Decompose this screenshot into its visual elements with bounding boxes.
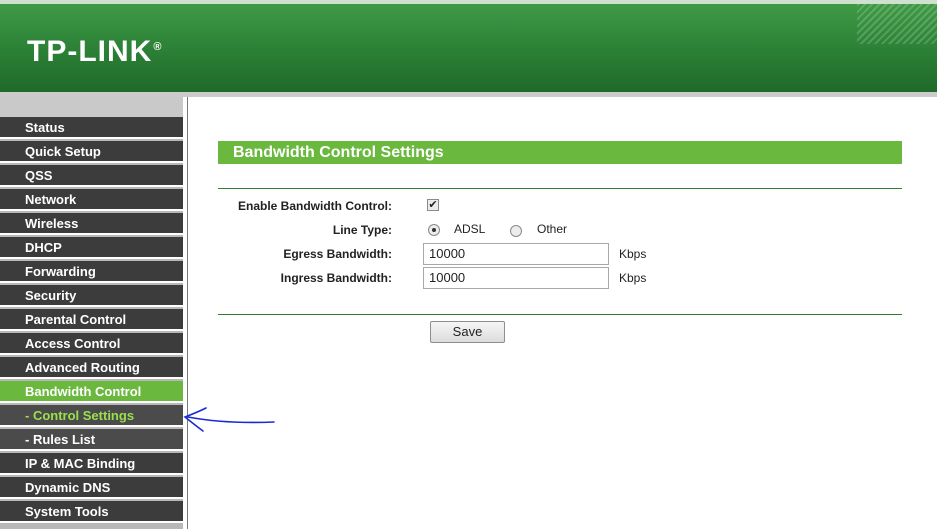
ingress-bandwidth-input[interactable]: 10000	[423, 267, 609, 289]
sidebar-item-advanced-routing[interactable]: Advanced Routing	[0, 357, 183, 379]
line-type-label: Line Type:	[332, 223, 392, 237]
egress-unit: Kbps	[619, 247, 647, 261]
radio-other-label: Other	[537, 222, 568, 236]
sidebar-item-network[interactable]: Network	[0, 189, 183, 211]
sidebar-item-qss[interactable]: QSS	[0, 165, 183, 187]
radio-adsl[interactable]	[428, 224, 440, 236]
sidebar-item-dynamic-dns[interactable]: Dynamic DNS	[0, 477, 183, 499]
sidebar-item-control-settings[interactable]: - Control Settings	[0, 405, 183, 427]
page-title: Bandwidth Control Settings	[218, 141, 902, 164]
sidebar-item-bandwidth-control[interactable]: Bandwidth Control	[0, 381, 183, 403]
save-button[interactable]: Save	[430, 321, 505, 343]
registered-mark: ®	[153, 41, 163, 53]
logo-text: TP-LINK	[27, 35, 153, 68]
bottom-divider	[218, 314, 902, 315]
sidebar-item-forwarding[interactable]: Forwarding	[0, 261, 183, 283]
sidebar-item-access-control[interactable]: Access Control	[0, 333, 183, 355]
radio-other[interactable]	[510, 225, 522, 237]
radio-selected-dot	[432, 228, 436, 232]
hand-drawn-arrow-icon	[183, 407, 275, 432]
sidebar-top-spacer	[0, 97, 183, 117]
header-banner: TP-LINK®	[0, 4, 937, 92]
ingress-bandwidth-label: Ingress Bandwidth:	[280, 271, 392, 285]
header-stripes	[857, 4, 937, 44]
sidebar-item-parental-control[interactable]: Parental Control	[0, 309, 183, 331]
sidebar-item-wireless[interactable]: Wireless	[0, 213, 183, 235]
top-divider	[218, 188, 902, 189]
check-icon: ✔	[428, 199, 438, 211]
egress-bandwidth-label: Egress Bandwidth:	[283, 247, 392, 261]
tp-link-logo: TP-LINK®	[27, 35, 162, 69]
sidebar-item-status[interactable]: Status	[0, 117, 183, 139]
content-border	[187, 97, 188, 529]
enable-bandwidth-label: Enable Bandwidth Control:	[238, 199, 392, 213]
sidebar-item-system-tools[interactable]: System Tools	[0, 501, 183, 523]
ingress-unit: Kbps	[619, 271, 647, 285]
sidebar-item-security[interactable]: Security	[0, 285, 183, 307]
radio-adsl-label: ADSL	[454, 222, 486, 236]
sidebar-item-dhcp[interactable]: DHCP	[0, 237, 183, 259]
sidebar-item-ip-mac-binding[interactable]: IP & MAC Binding	[0, 453, 183, 475]
sidebar-menu: Status Quick Setup QSS Network Wireless DHCP F…	[0, 97, 187, 529]
egress-bandwidth-input[interactable]: 10000	[423, 243, 609, 265]
sidebar-item-quick-setup[interactable]: Quick Setup	[0, 141, 183, 163]
enable-bandwidth-checkbox[interactable]: ✔	[427, 199, 439, 211]
sidebar-item-rules-list[interactable]: - Rules List	[0, 429, 183, 451]
